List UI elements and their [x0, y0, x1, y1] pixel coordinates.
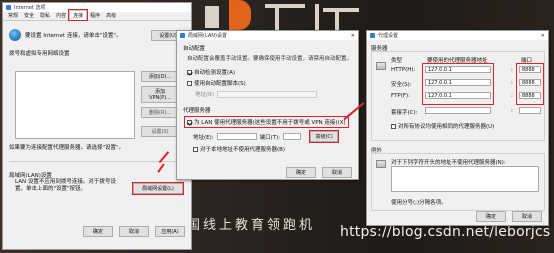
tab-connections[interactable]: 连接	[68, 9, 89, 21]
connections-list[interactable]	[15, 71, 135, 139]
http-address-input[interactable]: 127.0.0.1	[425, 66, 491, 73]
col-address: 要使用的代理服务器地址	[427, 58, 488, 64]
ftp-address-input[interactable]: 127.0.0.1	[425, 92, 491, 99]
exceptions-textarea[interactable]	[391, 166, 539, 192]
add-button[interactable]: 添加(D)...	[141, 71, 179, 82]
bypass-local-row[interactable]: 对于本地地址不使用代理服务器(B)	[183, 145, 352, 153]
proxy-port-input[interactable]	[283, 133, 302, 140]
http-port-input[interactable]: 8888	[519, 66, 541, 73]
settings-button[interactable]: 设置(S)	[141, 126, 179, 137]
auto-detect-row[interactable]: 自动检测设置(A)	[183, 68, 352, 76]
socks-label: 套接字(C):	[391, 110, 418, 116]
auto-detect-label: 自动检测设置(A)	[194, 70, 236, 76]
proxy-address-input[interactable]	[216, 133, 257, 140]
background-logo	[205, 0, 375, 32]
tab-programs[interactable]: 程序	[87, 11, 103, 20]
watermark: https://blog.csdn.net/leborjcs	[340, 224, 551, 240]
address-label: 地址(R)	[195, 92, 215, 98]
footer-buttons: 确定 取消 应用(A)	[83, 226, 185, 237]
use-proxy-row[interactable]: 为 LAN 使用代理服务器(这些设置不用于拨号或 VPN 连接)(X)	[184, 116, 349, 128]
lan-settings-button[interactable]: 局域网设置(L)	[132, 182, 184, 195]
ie-icon	[180, 33, 185, 38]
exceptions-icon	[376, 160, 386, 168]
close-icon[interactable]: ✕	[541, 33, 545, 39]
use-script-checkbox[interactable]	[187, 81, 192, 86]
tab-privacy[interactable]: 隐私	[37, 11, 53, 20]
window-title: 局域网(LAN)设置	[188, 33, 227, 39]
use-script-row[interactable]: 使用自动配置脚本(S)	[183, 79, 352, 87]
proxy-settings-window: 代理设置 ✕ 服务器 类型 要使用的代理服务器地址 端口 HTTP(H): 12…	[366, 30, 549, 226]
secure-port-input[interactable]: 8888	[519, 79, 541, 86]
remove-button[interactable]: 删除(R)...	[141, 107, 179, 118]
exceptions-note: 使用分号(;)分隔各项。	[391, 200, 447, 206]
bypass-local-label: 对于本地地址不使用代理服务器(B)	[200, 147, 286, 153]
ie-icon	[6, 5, 11, 10]
window-title: 代理设置	[378, 33, 399, 39]
internet-options-window: Internet 选项 常规 安全 隐私 内容 连接 程序 高级 要设置 Int…	[2, 2, 192, 250]
cancel-button[interactable]: 取消	[322, 167, 352, 178]
bypass-local-checkbox[interactable]	[193, 147, 198, 152]
secure-label: 安全(S):	[391, 82, 412, 88]
proxy-server-label: 代理服务器	[183, 108, 211, 114]
proxy-port-label: 端口(T):	[259, 134, 281, 141]
socks-port-input[interactable]	[519, 107, 541, 114]
titlebar: 代理设置 ✕	[367, 31, 548, 40]
col-port: 端口	[521, 58, 533, 64]
vpn-section-label: 拨号和虚拟专用网络设置	[9, 51, 70, 57]
advanced-button[interactable]: 高级(C)	[309, 130, 340, 143]
cancel-button[interactable]: 取消	[119, 226, 149, 237]
proxy-address-label: 地址(E):	[193, 134, 214, 141]
use-proxy-label: 为 LAN 使用代理服务器(这些设置不用于拨号或 VPN 连接)(X)	[194, 120, 346, 126]
lan-desc: LAN 设置不应用到拨号连接。对于拨号设置，单击上面的"设置"按钮。	[15, 179, 116, 192]
lan-settings-window: 局域网(LAN)设置 ✕ 自动配置 自动配置会覆盖手动设置。要确保使用手动设置，…	[176, 30, 359, 180]
background-banner: 国线上教育领跑机	[187, 218, 316, 233]
tab-content[interactable]: 内容	[53, 11, 69, 20]
ie-icon	[370, 33, 375, 38]
use-script-label: 使用自动配置脚本(S)	[194, 81, 246, 87]
close-icon[interactable]: ✕	[351, 33, 355, 39]
cancel-button[interactable]: 取消	[512, 211, 542, 222]
server-icon	[376, 62, 386, 70]
setup-text: 要设置 Internet 连接，请单击"设置"。	[25, 33, 122, 39]
ok-button[interactable]: 确定	[286, 167, 316, 178]
globe-icon	[9, 29, 21, 41]
ftp-label: FTP(F):	[391, 93, 411, 99]
tab-advanced[interactable]: 高级	[103, 11, 119, 20]
proxy-note: 如果要为连接配置代理服务器，请选择"设置"。	[9, 145, 125, 151]
col-type: 类型	[391, 58, 403, 64]
ok-button[interactable]: 确定	[476, 211, 506, 222]
tab-strip: 常规 安全 隐私 内容 连接 程序 高级	[3, 9, 191, 21]
socks-address-input[interactable]	[425, 107, 491, 114]
script-address-input[interactable]	[217, 90, 318, 98]
http-label: HTTP(H):	[391, 67, 416, 73]
same-proxy-label: 对所有协议均使用相同的代理服务器(U)	[398, 124, 495, 130]
titlebar: 局域网(LAN)设置 ✕	[177, 31, 358, 40]
secure-address-input[interactable]: 127.0.0.1	[425, 79, 491, 86]
lan-section-label: 局域网(LAN)设置	[9, 173, 52, 179]
tab-general[interactable]: 常规	[5, 11, 21, 20]
tab-security[interactable]: 安全	[21, 11, 37, 20]
same-proxy-row[interactable]: 对所有协议均使用相同的代理服务器(U)	[391, 122, 494, 130]
use-proxy-checkbox[interactable]	[187, 120, 192, 125]
same-proxy-checkbox[interactable]	[391, 124, 396, 129]
auto-config-label: 自动配置	[183, 46, 206, 52]
auto-detect-checkbox[interactable]	[187, 70, 192, 75]
exceptions-desc: 对于下列字符开头的地址不使用代理服务器(N):	[391, 160, 506, 166]
ok-button[interactable]: 确定	[83, 226, 113, 237]
add-vpn-button[interactable]: 添加 VPN(P)...	[141, 86, 179, 103]
auto-config-desc: 自动配置会覆盖手动设置。要确保使用手动设置，请禁用自动配置。	[187, 56, 353, 62]
ftp-port-input[interactable]: 8888	[519, 92, 541, 99]
apply-button[interactable]: 应用(A)	[155, 226, 185, 237]
window-title: Internet 选项	[14, 5, 46, 11]
connections-panel: 要设置 Internet 连接，请单击"设置"。 设置(U) 拨号和虚拟专用网络…	[3, 21, 191, 241]
